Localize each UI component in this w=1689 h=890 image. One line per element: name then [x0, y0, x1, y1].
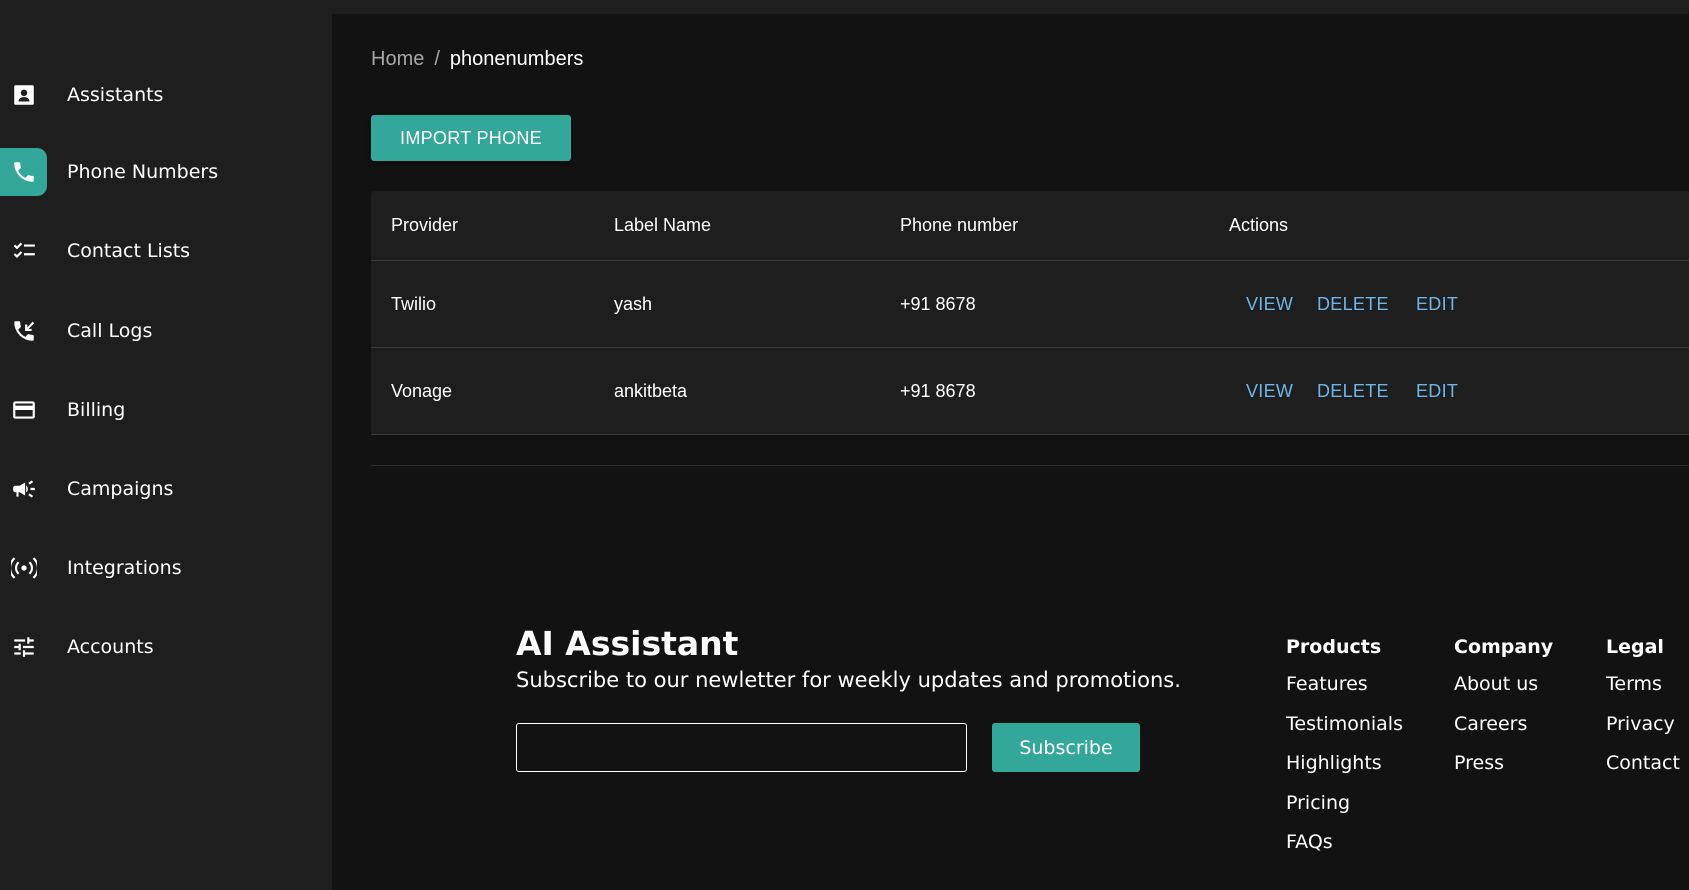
- cell-phone-number: +91 8678: [900, 380, 976, 401]
- import-phone-button[interactable]: IMPORT PHONE: [371, 115, 571, 161]
- footer-link-careers[interactable]: Careers: [1454, 713, 1527, 735]
- cell-label-name: ankitbeta: [614, 380, 688, 401]
- delete-button[interactable]: DELETE: [1317, 261, 1389, 347]
- sidebar-item-call-logs[interactable]: Call Logs: [0, 307, 332, 355]
- cell-label-name: yash: [614, 293, 653, 314]
- footer-column-title: Company: [1454, 636, 1554, 658]
- footer-column-products: Products Features Testimonials Highlight…: [1286, 634, 1403, 853]
- table-header-row: Provider Label Name Phone number Actions: [371, 191, 1689, 261]
- edit-button[interactable]: EDIT: [1416, 348, 1458, 434]
- footer-link-privacy[interactable]: Privacy: [1606, 713, 1675, 735]
- phone-icon: [0, 148, 47, 196]
- sidebar-item-label: Accounts: [67, 636, 154, 658]
- footer-brand-title: AI Assistant: [516, 624, 739, 663]
- breadcrumb: Home / phonenumbers: [371, 48, 583, 71]
- breadcrumb-separator: /: [434, 48, 440, 70]
- footer-link-press[interactable]: Press: [1454, 752, 1504, 774]
- sidebar-item-label: Integrations: [67, 557, 182, 579]
- sidebar-item-integrations[interactable]: Integrations: [0, 544, 332, 592]
- footer-link-faqs[interactable]: FAQs: [1286, 831, 1333, 853]
- cell-provider: Twilio: [391, 293, 437, 314]
- sidebar-item-billing[interactable]: Billing: [0, 386, 332, 434]
- column-header-actions: Actions: [1229, 215, 1289, 235]
- sidebar-item-campaigns[interactable]: Campaigns: [0, 465, 332, 513]
- sidebar-item-label: Phone Numbers: [67, 161, 219, 183]
- footer-column-title: Products: [1286, 636, 1382, 658]
- delete-button[interactable]: DELETE: [1317, 348, 1389, 434]
- sliders-icon: [0, 623, 47, 671]
- sidebar-item-label: Billing: [67, 399, 126, 421]
- sidebar-item-phone-numbers[interactable]: Phone Numbers: [0, 148, 332, 196]
- footer-link-pricing[interactable]: Pricing: [1286, 792, 1350, 814]
- footer-link-about-us[interactable]: About us: [1454, 673, 1538, 695]
- view-button[interactable]: VIEW: [1246, 261, 1293, 347]
- table-row: Vonage ankitbeta +91 8678 VIEW DELETE ED…: [371, 348, 1689, 435]
- view-button[interactable]: VIEW: [1246, 348, 1293, 434]
- credit-card-icon: [0, 386, 47, 434]
- sidebar-item-label: Contact Lists: [67, 240, 191, 262]
- top-bar: [0, 0, 1689, 14]
- footer-column-title: Legal: [1606, 636, 1664, 658]
- sidebar: Assistants Phone Numbers Contact Lists C…: [0, 14, 332, 890]
- sidebar-item-assistants[interactable]: Assistants: [0, 71, 332, 119]
- incoming-call-icon: [0, 307, 47, 355]
- footer-link-contact[interactable]: Contact: [1606, 752, 1680, 774]
- subscribe-button[interactable]: Subscribe: [992, 723, 1140, 772]
- column-header-label-name: Label Name: [614, 215, 712, 235]
- checklist-icon: [0, 227, 47, 275]
- section-divider: [371, 465, 1689, 466]
- sidebar-item-accounts[interactable]: Accounts: [0, 623, 332, 671]
- column-header-provider: Provider: [391, 215, 459, 235]
- footer-link-features[interactable]: Features: [1286, 673, 1368, 695]
- sidebar-item-contact-lists[interactable]: Contact Lists: [0, 227, 332, 275]
- main-content: Home / phonenumbers IMPORT PHONE Provide…: [332, 14, 1689, 890]
- breadcrumb-current: phonenumbers: [449, 48, 584, 70]
- footer-link-highlights[interactable]: Highlights: [1286, 752, 1382, 774]
- edit-button[interactable]: EDIT: [1416, 261, 1458, 347]
- contact-card-icon: [0, 71, 47, 119]
- footer-column-company: Company About us Careers Press: [1454, 634, 1554, 774]
- sidebar-item-label: Campaigns: [67, 478, 174, 500]
- footer-link-testimonials[interactable]: Testimonials: [1286, 713, 1403, 735]
- sidebar-item-label: Call Logs: [67, 320, 153, 342]
- phone-numbers-table: Provider Label Name Phone number Actions…: [371, 191, 1689, 435]
- broadcast-icon: [0, 544, 47, 592]
- footer-link-terms[interactable]: Terms: [1606, 673, 1662, 695]
- footer-tagline: Subscribe to our newletter for weekly up…: [516, 668, 1181, 692]
- breadcrumb-home-link[interactable]: Home: [371, 48, 424, 71]
- column-header-phone-number: Phone number: [900, 215, 1019, 235]
- megaphone-icon: [0, 465, 47, 513]
- footer-column-legal: Legal Terms Privacy Contact: [1606, 634, 1680, 774]
- cell-phone-number: +91 8678: [900, 293, 976, 314]
- sidebar-item-label: Assistants: [67, 84, 164, 106]
- newsletter-email-input[interactable]: [516, 723, 967, 772]
- cell-provider: Vonage: [391, 380, 453, 401]
- table-row: Twilio yash +91 8678 VIEW DELETE EDIT: [371, 261, 1689, 348]
